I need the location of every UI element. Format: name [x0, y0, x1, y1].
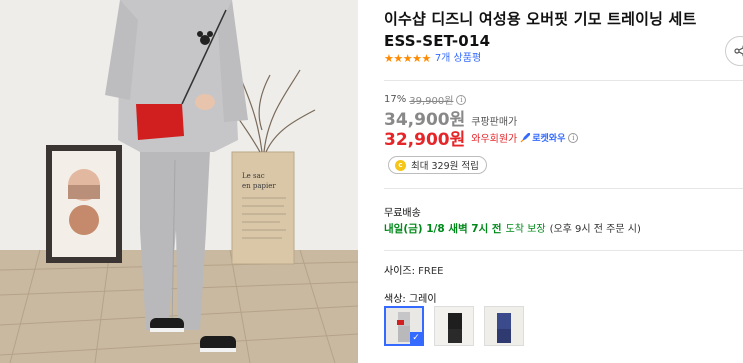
share-icon [734, 45, 743, 57]
share-button[interactable] [725, 36, 743, 66]
free-shipping-label: 무료배송 [384, 208, 421, 219]
arrival-date: 내일(금) 1/8 새벽 7시 전 [384, 223, 502, 235]
arrival-guarantee: 도착 보장 [505, 224, 546, 235]
member-price-label: 와우회원가 [471, 134, 518, 145]
selected-check-icon: ✓ [410, 332, 422, 344]
review-count-link[interactable]: 7개 상품평 [435, 52, 481, 66]
svg-text:en papier: en papier [242, 182, 276, 190]
reward-points-text: 최대 329원 적립 [411, 161, 479, 172]
member-price-row: 32,900원 와우회원가 로켓와우 i [384, 125, 579, 150]
delivery-estimate: 내일(금) 1/8 새벽 7시 전 도착 보장 (오후 9시 전 주문 시) [384, 220, 641, 236]
product-title: 이수샵 디즈니 여성용 오버핏 기모 트레이닝 세트 ESS-SET-014 [384, 10, 697, 50]
svg-text:Le sac: Le sac [242, 172, 265, 180]
color-swatch-list: ✓ [384, 306, 534, 346]
product-info-panel: 이수샵 디즈니 여성용 오버핏 기모 트레이닝 세트 ESS-SET-014 ★… [384, 0, 743, 363]
rating-summary[interactable]: ★★★★★ 7개 상품평 [384, 52, 481, 66]
size-label: 사이즈: [384, 266, 419, 277]
reward-points-badge: c 최대 329원 적립 [388, 156, 487, 174]
product-main-image[interactable]: Le sac en papier [0, 0, 358, 363]
order-cutoff: (오후 9시 전 주문 시) [549, 224, 641, 235]
size-value: FREE [418, 266, 444, 277]
info-icon[interactable]: i [456, 94, 467, 105]
color-swatch-gray[interactable]: ✓ [384, 306, 424, 346]
color-swatch-black[interactable] [434, 306, 474, 346]
color-swatch-navy[interactable] [484, 306, 524, 346]
star-rating-icon: ★★★★★ [384, 52, 431, 65]
paper-bag-decor [232, 152, 294, 264]
info-icon[interactable]: i [568, 132, 579, 143]
divider [384, 250, 743, 251]
model-red-bag [136, 104, 184, 140]
product-photo-illustration: Le sac en papier [0, 0, 358, 363]
coin-icon: c [395, 159, 406, 171]
color-option-label: 색상: 그레이 [384, 294, 437, 305]
size-option: 사이즈: FREE [384, 262, 444, 277]
discount-rate: 17% [384, 94, 407, 105]
rocket-icon [520, 133, 531, 143]
rocket-wow-label: 로켓와우 [532, 134, 566, 144]
divider [384, 80, 743, 81]
swatch-thumbnail [435, 307, 473, 345]
member-price: 32,900원 [384, 130, 466, 150]
divider [384, 188, 743, 189]
swatch-thumbnail [485, 307, 523, 345]
